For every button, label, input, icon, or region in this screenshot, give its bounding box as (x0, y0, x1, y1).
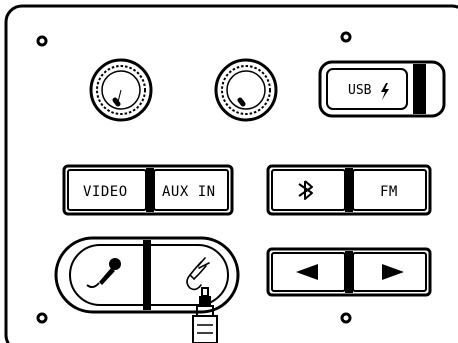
volume-knob-left[interactable] (89, 58, 153, 122)
source-select-group (266, 164, 432, 216)
volume-knob-right[interactable] (214, 58, 278, 122)
previous-button[interactable] (296, 264, 318, 280)
bluetooth-button[interactable] (298, 180, 313, 200)
left-triangle-icon (296, 264, 318, 280)
right-triangle-icon (382, 264, 404, 280)
usb-label: USB (348, 83, 372, 98)
fm-label: FM (380, 184, 398, 200)
bluetooth-icon (298, 180, 313, 200)
video-button[interactable]: VIDEO (83, 184, 128, 200)
screw-hole-bottom-left (36, 312, 48, 324)
aux-in-button[interactable]: AUX IN (162, 184, 216, 200)
guitar-input[interactable] (186, 257, 210, 291)
panel-drawing: USB VIDEO AUX IN FM (4, 4, 458, 343)
control-panel: USB VIDEO AUX IN FM (0, 0, 458, 343)
fm-button[interactable]: FM (380, 184, 398, 200)
next-button[interactable] (382, 264, 404, 280)
screw-hole-top-left (36, 35, 48, 47)
video-label: VIDEO (83, 184, 128, 200)
screw-hole-bottom-right (340, 312, 352, 324)
audio-jack-plug-icon (192, 287, 218, 343)
usb-charge-icon (381, 83, 389, 100)
microphone-icon (86, 258, 121, 288)
screw-hole-top-right (340, 31, 352, 43)
aux-in-label: AUX IN (162, 184, 216, 200)
usb-port[interactable]: USB (318, 60, 446, 118)
guitar-cable-icon (186, 257, 210, 291)
navigation-group (266, 247, 432, 297)
microphone-input[interactable] (86, 258, 121, 288)
